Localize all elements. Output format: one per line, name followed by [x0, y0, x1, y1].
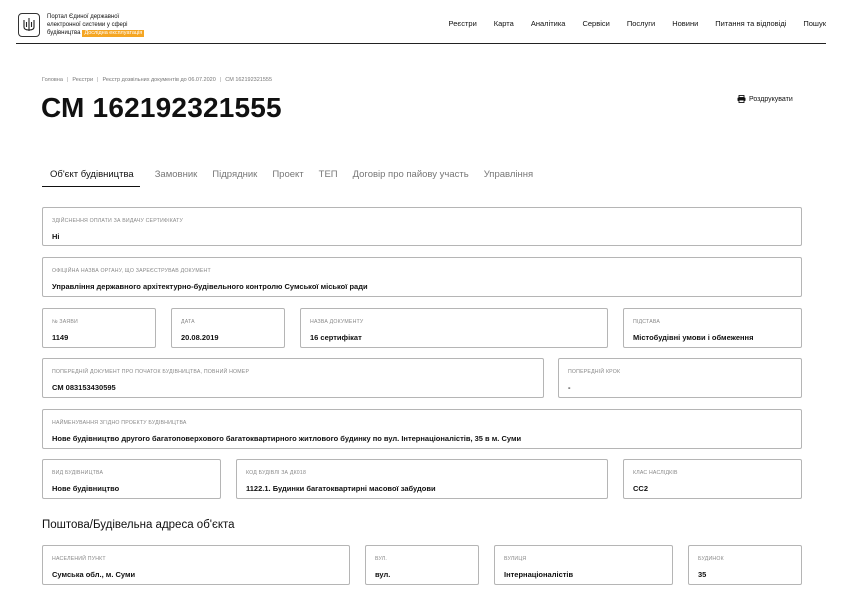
field-value: 16 сертифікат [310, 333, 362, 342]
field-label: Клас наслідків [633, 470, 678, 476]
breadcrumb-home[interactable]: Головна [42, 77, 63, 83]
brand-title[interactable]: Портал Єдиної державної електронної сист… [47, 13, 177, 37]
field-value: Нове будівництво другого багатоповерхово… [52, 434, 522, 443]
field-label: Попередній крок [568, 369, 621, 375]
field-label: Будинок [698, 556, 724, 562]
payment-field: Здійснення оплати за видачу сертифікату … [42, 207, 802, 246]
main-nav: Реєстри Карта Аналітика Сервіси Послуги … [449, 19, 826, 28]
document-name-field: Назва документу 16 сертифікат [300, 308, 608, 348]
previous-document-field: Попередній документ про початок будівниц… [42, 358, 544, 398]
site-header: Портал Єдиної державної електронної сист… [16, 10, 826, 44]
field-value: - [568, 383, 571, 392]
field-value: Сумська обл., м. Суми [52, 570, 136, 579]
breadcrumb-registry[interactable]: Реєстр дозвільних документів до 06.07.20… [102, 77, 215, 83]
brand-line-1: Портал Єдиної державної [47, 14, 120, 20]
field-label: Назва документу [310, 319, 364, 325]
breadcrumb-current: CM 162192321555 [225, 77, 273, 83]
field-label: Попередній документ про початок будівниц… [52, 369, 250, 375]
building-code-field: Код будівлі за ДК018 1122.1. Будинки баг… [236, 459, 608, 499]
nav-map[interactable]: Карта [494, 19, 514, 28]
printer-icon [737, 95, 746, 103]
print-label: Роздрукувати [749, 95, 793, 103]
field-value: вул. [375, 570, 391, 579]
breadcrumb: Головна | Реєстри | Реєстр дозвільних до… [42, 77, 272, 83]
field-value: Містобудівні умови і обмеження [633, 333, 754, 342]
tab-tep[interactable]: ТЕП [319, 169, 338, 187]
trident-logo-icon[interactable] [18, 13, 40, 37]
field-label: Здійснення оплати за видачу сертифікату [52, 218, 184, 224]
breadcrumb-registries[interactable]: Реєстри [72, 77, 93, 83]
field-label: Населений пункт [52, 556, 106, 562]
nav-registries[interactable]: Реєстри [449, 19, 477, 28]
tab-bar: Об'єкт будівництва Замовник Підрядник Пр… [42, 169, 548, 187]
field-label: Дата [181, 319, 195, 325]
street-field: Вулиця Інтернаціоналістів [494, 545, 673, 585]
consequence-class-field: Клас наслідків СС2 [623, 459, 802, 499]
field-label: Вид будівництва [52, 470, 104, 476]
building-number-field: Будинок 35 [688, 545, 802, 585]
field-value: 1122.1. Будинки багатоквартирні масової … [246, 484, 436, 493]
tab-management[interactable]: Управління [484, 169, 533, 187]
field-value: Управління державного архітектурно-будів… [52, 282, 368, 291]
print-button[interactable]: Роздрукувати [737, 95, 793, 103]
page-title: СМ 162192321555 [41, 92, 282, 123]
address-section-title: Поштова/Будівельна адреса об'єкта [42, 519, 235, 531]
nav-offerings[interactable]: Послуги [627, 19, 655, 28]
tab-contractor[interactable]: Підрядник [212, 169, 257, 187]
field-label: № заяви [52, 319, 78, 325]
previous-step-field: Попередній крок - [558, 358, 802, 398]
application-number-field: № заяви 1149 [42, 308, 156, 348]
breadcrumb-separator: | [219, 77, 222, 83]
field-label: Найменування згідно проекту будівництва [52, 420, 187, 426]
field-value: Ні [52, 232, 60, 241]
breadcrumb-separator: | [66, 77, 69, 83]
field-label: Офіційна назва органу, що зареєстрував д… [52, 268, 211, 274]
tab-equity-agreement[interactable]: Договір про пайову участь [353, 169, 469, 187]
settlement-field: Населений пункт Сумська обл., м. Суми [42, 545, 350, 585]
authority-field: Офіційна назва органу, що зареєстрував д… [42, 257, 802, 297]
breadcrumb-separator: | [97, 77, 99, 83]
nav-news[interactable]: Новини [672, 19, 698, 28]
field-label: Вул. [375, 556, 388, 562]
field-value: 1149 [52, 333, 69, 342]
tab-construction-object[interactable]: Об'єкт будівництва [42, 169, 140, 187]
nav-analytics[interactable]: Аналітика [531, 19, 566, 28]
field-value: 20.08.2019 [181, 333, 219, 342]
basis-field: Підстава Містобудівні умови і обмеження [623, 308, 802, 348]
street-type-field: Вул. вул. [365, 545, 479, 585]
beta-badge: Дослідна експлуатація [82, 30, 145, 37]
nav-services[interactable]: Сервіси [582, 19, 609, 28]
nav-search[interactable]: Пошук [803, 19, 826, 28]
date-field: Дата 20.08.2019 [171, 308, 285, 348]
field-label: Вулиця [504, 556, 527, 562]
field-value: СМ 083153430595 [52, 383, 116, 392]
construction-type-field: Вид будівництва Нове будівництво [42, 459, 221, 499]
nav-faq[interactable]: Питання та відповіді [715, 19, 786, 28]
field-label: Підстава [633, 319, 661, 325]
tab-customer[interactable]: Замовник [155, 169, 198, 187]
field-value: СС2 [633, 484, 649, 493]
tab-project[interactable]: Проект [272, 169, 303, 187]
field-label: Код будівлі за ДК018 [246, 470, 307, 476]
brand-line-2: електронної системи у сфері [47, 22, 128, 28]
field-value: Нове будівництво [52, 484, 120, 493]
field-value: Інтернаціоналістів [504, 570, 574, 579]
project-name-field: Найменування згідно проекту будівництва … [42, 409, 802, 449]
field-value: 35 [698, 570, 707, 579]
brand-line-3: будівництва [47, 30, 81, 36]
